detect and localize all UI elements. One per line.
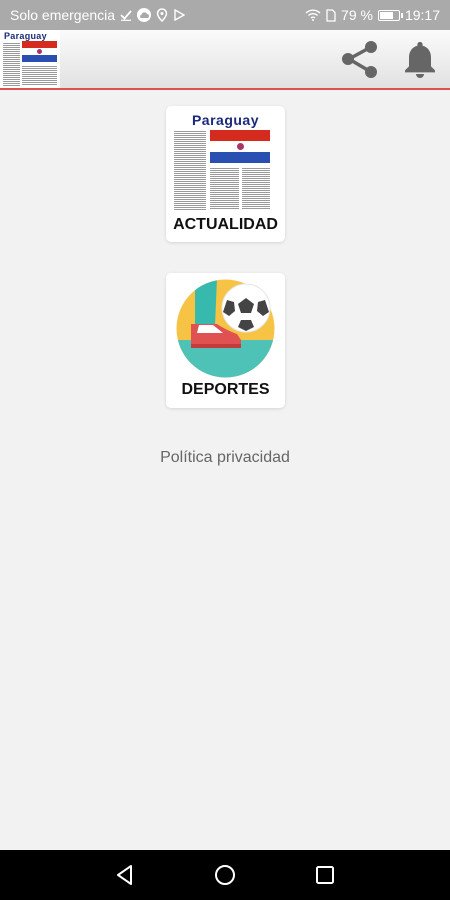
app-bar: Paraguay xyxy=(0,30,450,90)
clock: 19:17 xyxy=(404,7,440,23)
home-icon xyxy=(215,865,235,885)
logo-flag xyxy=(22,41,57,62)
football-icon xyxy=(176,279,275,378)
cloud-icon xyxy=(137,8,152,22)
carrier-text: Solo emergencia xyxy=(10,7,116,23)
logo-title: Paraguay xyxy=(4,31,47,41)
share-icon xyxy=(342,41,377,78)
status-right: 79 % 19:17 xyxy=(305,7,440,23)
recents-button[interactable] xyxy=(313,863,337,887)
share-button[interactable] xyxy=(338,38,382,82)
back-button[interactable] xyxy=(113,863,137,887)
actualidad-label: ACTUALIDAD xyxy=(173,216,278,233)
back-icon xyxy=(117,865,132,885)
privacy-policy-link[interactable]: Política privacidad xyxy=(0,449,450,467)
status-bar: Solo emergencia 79 % 19:17 xyxy=(0,0,450,30)
deportes-tile[interactable]: DEPORTES xyxy=(166,273,285,408)
recents-icon xyxy=(316,866,334,884)
notifications-button[interactable] xyxy=(398,38,442,82)
newspaper-title: Paraguay xyxy=(191,112,260,128)
play-store-icon xyxy=(173,9,186,21)
actualidad-tile[interactable]: Paraguay ACTUALIDAD xyxy=(166,106,285,242)
sim-icon xyxy=(326,8,336,22)
paraguay-flag xyxy=(210,130,270,163)
deportes-label: DEPORTES xyxy=(181,381,270,398)
battery-icon xyxy=(377,9,403,21)
app-logo: Paraguay xyxy=(0,30,60,88)
location-icon xyxy=(156,8,168,22)
status-left: Solo emergencia xyxy=(10,7,186,23)
bell-icon xyxy=(405,42,435,78)
home-button[interactable] xyxy=(213,863,237,887)
battery-percent: 79 % xyxy=(341,7,373,23)
wifi-icon xyxy=(305,9,321,21)
battery-level xyxy=(379,11,393,19)
check-icon xyxy=(120,9,132,21)
navigation-bar xyxy=(0,850,450,900)
